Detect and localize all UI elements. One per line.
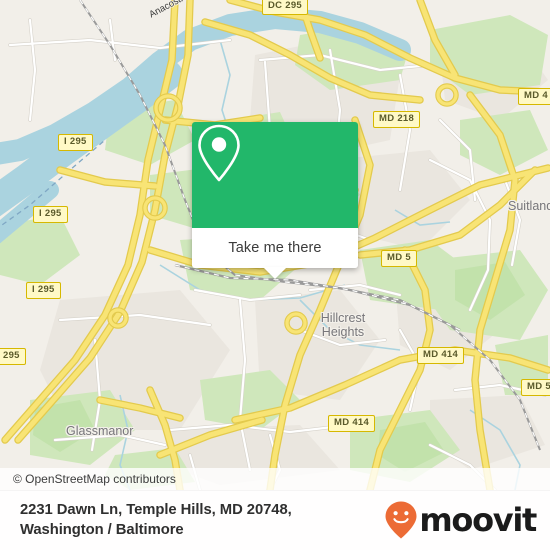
road-shield-md-414-b: MD 414 [328,415,376,432]
road-shield-dc-295: DC 295 [262,0,309,15]
road-shield-md-414-a: MD 414 [417,347,465,364]
place-label-suitland: Suitland [508,199,550,213]
road-shield-i-295-a: I 295 [58,134,93,151]
road-shield-295: 295 [0,348,26,365]
osm-attribution-text[interactable]: © OpenStreetMap contributors [0,472,176,486]
location-pin-icon [198,124,240,182]
map-screenshot-root: Anacostia River Suitland Hillcrest Heigh… [0,0,550,550]
take-me-there-label: Take me there [228,240,322,256]
card-footer[interactable]: Take me there [192,228,358,279]
map-canvas[interactable]: Anacostia River Suitland Hillcrest Heigh… [0,0,550,490]
moovit-logo[interactable]: moovit [384,500,550,540]
map-attribution-bar: © OpenStreetMap contributors [0,468,550,490]
location-info-card[interactable]: Take me there [192,122,358,279]
road-shield-md-4: MD 4 [518,88,550,105]
moovit-wordmark: moovit [419,501,537,539]
road-shield-md-5-b: MD 5 [521,379,550,396]
bottom-info-bar: 2231 Dawn Ln, Temple Hills, MD 20748, Wa… [0,490,550,550]
address-label: 2231 Dawn Ln, Temple Hills, MD 20748, Wa… [20,502,292,538]
card-pointer-tail [263,267,287,279]
place-label-hillcrest-heights: Hillcrest Heights [320,311,366,339]
place-label-glassmanor: Glassmanor [66,424,134,438]
road-shield-md-5-a: MD 5 [381,250,417,267]
road-shield-md-218: MD 218 [373,111,421,128]
card-image-area [192,122,358,228]
road-shield-i-295-b: I 295 [33,206,68,223]
moovit-pin-smiley-icon [385,501,417,539]
road-shield-i-295-c: I 295 [26,282,61,299]
